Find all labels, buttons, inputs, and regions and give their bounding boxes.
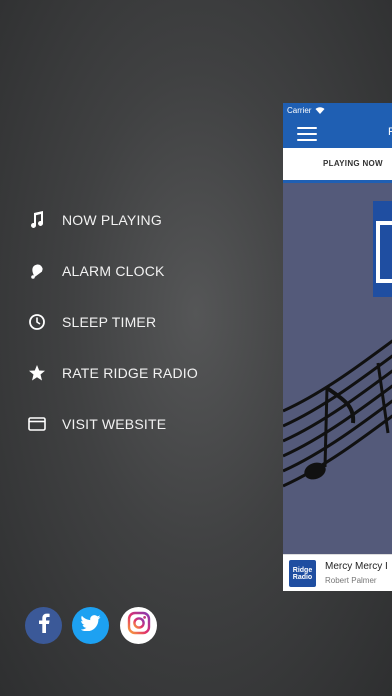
menu-item-label: RATE RIDGE RADIO [62,365,198,381]
tab-playing-now[interactable]: PLAYING NOW [283,148,392,183]
menu-item-alarm-clock[interactable]: ALARM CLOCK [26,253,266,289]
instagram-icon [127,611,151,640]
menu-item-rate[interactable]: RATE RIDGE RADIO [26,355,266,391]
menu-item-now-playing[interactable]: NOW PLAYING [26,202,266,238]
browser-window-icon [26,413,48,435]
nav-bar: F [283,118,392,148]
menu-item-label: ALARM CLOCK [62,263,165,279]
instagram-button[interactable] [120,607,157,644]
logo-line-2: Radio [292,573,313,581]
menu-item-label: SLEEP TIMER [62,314,157,330]
menu-item-label: NOW PLAYING [62,212,162,228]
song-title: Mercy Mercy I [325,561,388,572]
station-artwork [283,183,392,554]
app-preview[interactable]: Carrier F PLAYING NOW Ridge Radio Mercy … [283,103,392,591]
twitter-icon [80,615,101,636]
menu-item-visit-website[interactable]: VISIT WEBSITE [26,406,266,442]
carrier-label: Carrier [287,106,312,115]
album-thumbnail: Ridge Radio [289,560,316,587]
menu-item-label: VISIT WEBSITE [62,416,167,432]
alarm-bell-icon [26,260,48,282]
artist-name: Robert Palmer [325,576,377,585]
now-playing-bar[interactable]: Ridge Radio Mercy Mercy I Robert Palmer [283,554,392,591]
status-bar: Carrier [283,103,392,118]
facebook-button[interactable] [25,607,62,644]
clock-icon [26,311,48,333]
hamburger-menu-icon[interactable] [297,127,317,141]
music-staff-graphic [283,339,392,488]
twitter-button[interactable] [72,607,109,644]
wifi-icon [315,106,325,116]
star-icon [26,362,48,384]
tab-label: PLAYING NOW [323,159,383,168]
music-note-icon [26,209,48,231]
facebook-icon [37,613,51,638]
nav-title: F [388,126,392,138]
logo-line-1: Ridge [292,566,313,574]
menu-item-sleep-timer[interactable]: SLEEP TIMER [26,304,266,340]
